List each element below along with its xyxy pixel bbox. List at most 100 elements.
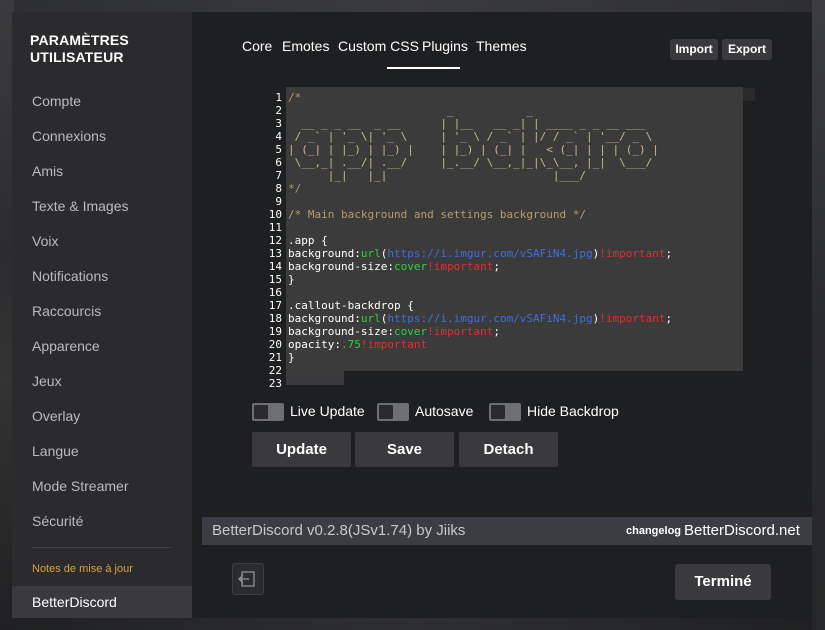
sidebar-divider xyxy=(32,547,172,548)
save-button[interactable]: Save xyxy=(355,432,454,467)
code-line: _ _ xyxy=(288,104,534,117)
line-number: 9 xyxy=(275,195,282,208)
detach-button[interactable]: Detach xyxy=(459,432,558,467)
line-number: 19 xyxy=(268,325,282,338)
sidebar-title: PARAMÈTRES UTILISATEUR xyxy=(30,32,129,65)
line-number: 10 xyxy=(268,208,282,221)
autosave-label: Autosave xyxy=(415,403,474,419)
code-line: */ xyxy=(288,182,302,195)
tab-emotes[interactable]: Emotes xyxy=(282,38,329,54)
autosave-switch[interactable] xyxy=(377,403,409,421)
line-number: 1 xyxy=(275,91,282,104)
line-number: 5 xyxy=(275,143,282,156)
code-line: opacity:.75!important xyxy=(288,338,428,351)
export-button[interactable]: Export xyxy=(722,39,772,60)
line-number: 23 xyxy=(268,377,282,390)
line-number: 3 xyxy=(275,117,282,130)
sidebar-item-apparence[interactable]: Apparence xyxy=(32,333,182,359)
betterdiscord-link[interactable]: BetterDiscord.net xyxy=(684,517,800,545)
live-update-label: Live Update xyxy=(290,403,365,419)
code-line: |_| |_| |___/ xyxy=(288,169,587,182)
exit-arrow-icon xyxy=(238,571,255,587)
line-number: 21 xyxy=(268,351,282,364)
code-line: background-size:cover!important; xyxy=(288,325,500,338)
toggle-live-update[interactable]: Live Update xyxy=(252,402,372,422)
line-number: 18 xyxy=(268,312,282,325)
sidebar-item-compte[interactable]: Compte xyxy=(32,88,182,114)
code-line: background-size:cover!important; xyxy=(288,260,500,273)
code-line: | (_| | |_) | |_) | | |_) | (_| | < (_| … xyxy=(288,143,659,156)
tab-custom-css[interactable]: Custom CSS xyxy=(338,38,419,54)
sidebar-item-jeux[interactable]: Jeux xyxy=(32,368,182,394)
tab-plugins[interactable]: Plugins xyxy=(422,38,468,54)
sidebar-item-securite[interactable]: Sécurité xyxy=(32,508,182,534)
background-top xyxy=(0,0,825,12)
line-number: 7 xyxy=(275,169,282,182)
version-text: BetterDiscord v0.2.8(JSv1.74) by Jiiks xyxy=(212,522,466,539)
sidebar-item-mode-streamer[interactable]: Mode Streamer xyxy=(32,473,182,499)
code-line: } xyxy=(288,273,295,286)
line-number: 11 xyxy=(268,221,282,234)
line-number: 17 xyxy=(268,299,282,312)
sidebar-item-betterdiscord[interactable]: BetterDiscord xyxy=(12,586,192,618)
css-editor[interactable]: 1 2 3 4 5 6 7 8 9 10 11 12 13 14 15 16 17 18 19 20 21 22 23 /*… xyxy=(252,87,755,390)
code-line: / _` | '_ \| '_ \ | '_ \ / _` | |/ / _` … xyxy=(288,130,653,143)
sidebar-item-overlay[interactable]: Overlay xyxy=(32,403,182,429)
update-button[interactable]: Update xyxy=(252,432,351,467)
exit-button[interactable] xyxy=(232,563,264,595)
code-line: background:url(https://i.imgur.com/vSAFi… xyxy=(288,247,673,260)
code-line: background:url(https://i.imgur.com/vSAFi… xyxy=(288,312,673,325)
betterdiscord-footer: BetterDiscord v0.2.8(JSv1.74) by Jiiks c… xyxy=(202,517,812,545)
line-number: 4 xyxy=(275,130,282,143)
hide-backdrop-switch[interactable] xyxy=(489,403,521,421)
line-number: 2 xyxy=(275,104,282,117)
sidebar-item-voix[interactable]: Voix xyxy=(32,228,182,254)
tab-core[interactable]: Core xyxy=(242,38,272,54)
line-number: 20 xyxy=(268,338,282,351)
line-number: 15 xyxy=(268,273,282,286)
changelog-link[interactable]: changelog xyxy=(626,517,681,545)
toggle-autosave[interactable]: Autosave xyxy=(377,402,487,422)
sidebar-item-connexions[interactable]: Connexions xyxy=(32,123,182,149)
sidebar-item-release-notes[interactable]: Notes de mise à jour xyxy=(32,563,133,575)
settings-sidebar: PARAMÈTRES UTILISATEUR Compte Connexions… xyxy=(12,12,192,618)
line-number: 16 xyxy=(268,286,282,299)
toggle-hide-backdrop[interactable]: Hide Backdrop xyxy=(489,402,629,422)
active-tab-indicator xyxy=(387,67,460,69)
line-number: 14 xyxy=(268,260,282,273)
code-line: .app { xyxy=(288,234,328,247)
line-number: 8 xyxy=(275,182,282,195)
done-button[interactable]: Terminé xyxy=(675,564,771,600)
sidebar-item-amis[interactable]: Amis xyxy=(32,158,182,184)
import-button[interactable]: Import xyxy=(670,39,718,60)
line-numbers: 1 2 3 4 5 6 7 8 9 10 11 12 13 14 15 16 17 18 19 20 21 22 23 xyxy=(252,87,286,390)
sidebar-item-notifications[interactable]: Notifications xyxy=(32,263,182,289)
vertical-scrollbar[interactable] xyxy=(743,88,755,101)
line-number: 22 xyxy=(268,364,282,377)
live-update-switch[interactable] xyxy=(252,403,284,421)
background-bottom xyxy=(0,618,825,630)
line-number: 12 xyxy=(268,234,282,247)
tab-themes[interactable]: Themes xyxy=(476,38,527,54)
code-line: .callout-backdrop { xyxy=(288,299,414,312)
css-code[interactable]: /* _ _ __ _ _ __ _ __ | |__ __ _| | ____… xyxy=(288,91,743,371)
sidebar-item-raccourcis[interactable]: Raccourcis xyxy=(32,298,182,324)
code-line: __ _ _ __ _ __ | |__ __ _| | ____ _ _ __… xyxy=(288,117,646,130)
sidebar-item-texte-images[interactable]: Texte & Images xyxy=(32,193,182,219)
sidebar-item-langue[interactable]: Langue xyxy=(32,438,182,464)
settings-content: Core Emotes Custom CSS Plugins Themes Im… xyxy=(192,12,812,618)
line-number: 13 xyxy=(268,247,282,260)
line-number: 6 xyxy=(275,156,282,169)
background-right xyxy=(812,0,825,630)
code-area[interactable]: /* _ _ __ _ _ __ _ __ | |__ __ _| | ____… xyxy=(286,87,743,371)
code-line: /* Main background and settings backgrou… xyxy=(288,208,587,221)
horizontal-scrollbar[interactable] xyxy=(286,371,743,385)
code-line: \__,_| .__/| .__/ |_.__/ \__,_|_|\_\__, … xyxy=(288,156,653,169)
hide-backdrop-label: Hide Backdrop xyxy=(527,403,619,419)
code-line: /* xyxy=(288,91,302,104)
horizontal-scrollbar-thumb[interactable] xyxy=(286,371,344,385)
